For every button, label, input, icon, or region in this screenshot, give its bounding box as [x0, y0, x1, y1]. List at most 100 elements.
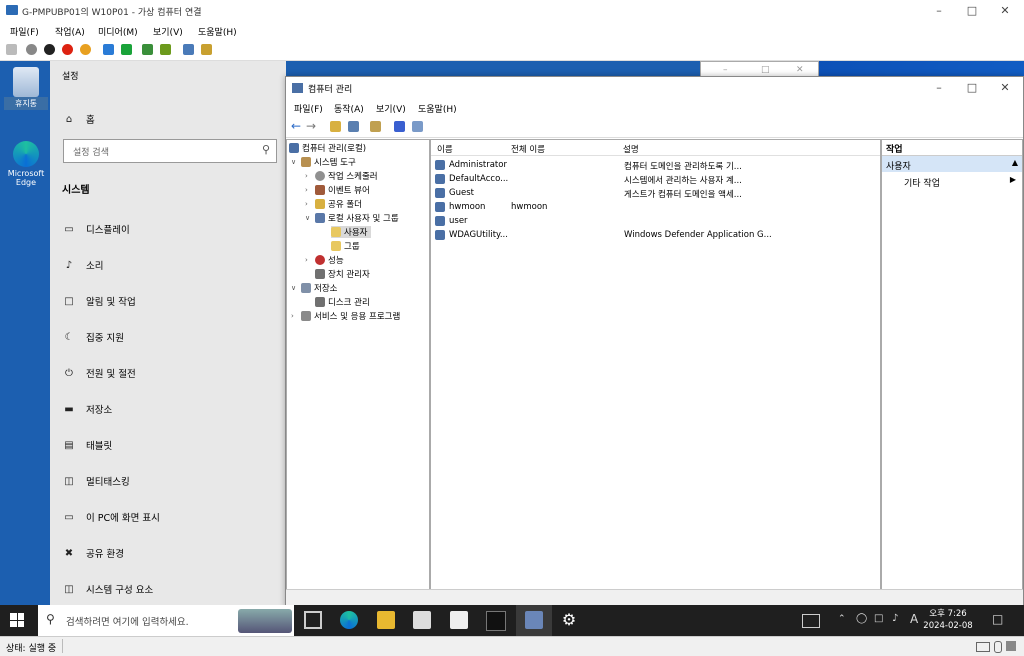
- taskbar-search-input[interactable]: ⚲ 검색하려면 여기에 입력하세요.: [38, 605, 294, 636]
- tree-node-services-apps[interactable]: › 서비스 및 응용 프로그램: [291, 310, 400, 322]
- maximize-button[interactable]: □: [955, 0, 989, 22]
- settings-window: 설정 ⌂ 홈 설정 검색 ⚲ 시스템 ▭ 디스플레이 ♪ 소리 □ 알림 및 작업 ☾…: [50, 61, 286, 605]
- revert-icon[interactable]: [160, 44, 171, 55]
- meet-now-icon[interactable]: ◯: [856, 613, 867, 624]
- settings-item-project[interactable]: ▭ 이 PC에 화면 표시: [62, 507, 160, 527]
- chevron-right-icon[interactable]: ›: [305, 200, 315, 208]
- forward-arrow-icon[interactable]: →: [306, 119, 316, 133]
- table-row[interactable]: Guest 게스트가 컴퓨터 도메인을 액세...: [435, 187, 875, 200]
- close-button[interactable]: ✕: [988, 0, 1022, 22]
- chevron-down-icon[interactable]: ∨: [291, 158, 301, 166]
- settings-item-notifications[interactable]: □ 알림 및 작업: [62, 291, 135, 311]
- table-row[interactable]: user: [435, 215, 875, 228]
- settings-item-multitasking[interactable]: ◫ 멀티태스킹: [62, 471, 129, 491]
- table-row[interactable]: WDAGUtility... Windows Defender Applicati…: [435, 229, 875, 242]
- chevron-down-icon[interactable]: ∨: [305, 214, 315, 222]
- table-row[interactable]: hwmoon hwmoon: [435, 201, 875, 214]
- menu-media[interactable]: 미디어(M): [98, 25, 138, 38]
- action-more-actions[interactable]: 기타 작업 ▶: [882, 175, 1022, 189]
- minimize-button[interactable]: –: [922, 0, 956, 22]
- settings-item-storage[interactable]: ▬ 저장소: [62, 399, 112, 419]
- chevron-right-icon[interactable]: ›: [291, 312, 301, 320]
- settings-home[interactable]: ⌂ 홈: [62, 109, 95, 129]
- terminal-icon[interactable]: [486, 611, 506, 631]
- windows-start-icon[interactable]: [10, 613, 24, 627]
- column-header-name[interactable]: 이름: [437, 143, 453, 155]
- menu-action[interactable]: 작업(A): [55, 25, 85, 38]
- chevron-down-icon[interactable]: ∨: [291, 284, 301, 292]
- show-tree-icon[interactable]: [348, 121, 359, 132]
- cm-maximize-button[interactable]: □: [955, 77, 989, 99]
- chevron-right-icon[interactable]: ›: [305, 256, 315, 264]
- mail-icon[interactable]: [450, 611, 468, 629]
- action-pane-icon[interactable]: [412, 121, 423, 132]
- tree-node-shared-folders[interactable]: › 공유 폴더: [305, 198, 362, 210]
- ctrl-alt-del-icon[interactable]: [6, 44, 17, 55]
- cm-close-button[interactable]: ✕: [988, 77, 1022, 99]
- resume-icon[interactable]: [121, 44, 132, 55]
- tree-node-system-tools[interactable]: ∨ 시스템 도구: [291, 156, 356, 168]
- collapse-up-icon[interactable]: ▲: [1012, 158, 1018, 167]
- settings-gear-icon[interactable]: ⚙: [560, 611, 578, 629]
- tree-node-storage[interactable]: ∨ 저장소: [291, 282, 337, 294]
- desktop-icon-edge[interactable]: Microsoft Edge: [4, 141, 48, 187]
- shutdown-icon[interactable]: [62, 44, 73, 55]
- turn-off-icon[interactable]: [44, 44, 55, 55]
- tree-node-task-scheduler[interactable]: › 작업 스케줄러: [305, 170, 378, 182]
- file-explorer-icon[interactable]: [377, 611, 395, 629]
- cm-menu-help[interactable]: 도움말(H): [418, 102, 457, 115]
- settings-item-display[interactable]: ▭ 디스플레이: [62, 219, 129, 239]
- settings-item-shared[interactable]: ✖ 공유 환경: [62, 543, 124, 563]
- settings-item-focus[interactable]: ☾ 집중 지원: [62, 327, 124, 347]
- column-header-description[interactable]: 설명: [623, 143, 639, 155]
- share-icon[interactable]: [201, 44, 212, 55]
- tree-node-root[interactable]: 컴퓨터 관리(로컬): [289, 142, 366, 154]
- column-header-full-name[interactable]: 전체 이름: [511, 143, 545, 155]
- tree-node-event-viewer[interactable]: › 이벤트 뷰어: [305, 184, 370, 196]
- settings-item-sound[interactable]: ♪ 소리: [62, 255, 104, 275]
- table-row[interactable]: DefaultAcco... 시스템에서 관리하는 사용자 계...: [435, 173, 875, 186]
- start-icon[interactable]: [26, 44, 37, 55]
- tree-node-performance[interactable]: › 성능: [305, 254, 344, 266]
- tree-node-local-users-groups[interactable]: ∨ 로컬 사용자 및 그룹: [305, 212, 399, 224]
- enhanced-session-icon[interactable]: [183, 44, 194, 55]
- settings-item-power[interactable]: ⏻ 전원 및 절전: [62, 363, 136, 383]
- actions-section-users[interactable]: 사용자 ▲: [882, 156, 1022, 172]
- save-icon[interactable]: [80, 44, 91, 55]
- tree-node-users[interactable]: 사용자: [331, 226, 372, 238]
- back-arrow-icon[interactable]: ←: [291, 119, 301, 133]
- pause-icon[interactable]: [103, 44, 114, 55]
- chevron-right-icon[interactable]: ›: [305, 186, 315, 194]
- task-view-icon[interactable]: [304, 611, 322, 629]
- taskbar-clock[interactable]: 오후 7:26 2024-02-08: [922, 608, 974, 632]
- ime-indicator[interactable]: A: [910, 612, 918, 626]
- tree-node-device-manager[interactable]: 장치 관리자: [315, 268, 370, 280]
- cm-menu-file[interactable]: 파일(F): [294, 102, 323, 115]
- menu-file[interactable]: 파일(F): [10, 25, 39, 38]
- store-icon[interactable]: [413, 611, 431, 629]
- settings-item-tablet[interactable]: ▤ 태블릿: [62, 435, 112, 455]
- up-folder-icon[interactable]: [330, 121, 341, 132]
- table-row[interactable]: Administrator 컴퓨터 도메인을 관리하도록 기...: [435, 159, 875, 172]
- chevron-right-icon[interactable]: ›: [305, 172, 315, 180]
- cm-menu-view[interactable]: 보기(V): [376, 102, 406, 115]
- tree-node-groups[interactable]: 그룹: [331, 240, 360, 252]
- settings-search-input[interactable]: 설정 검색 ⚲: [63, 139, 277, 163]
- cm-menu-action[interactable]: 동작(A): [334, 102, 364, 115]
- settings-item-components[interactable]: ◫ 시스템 구성 요소: [62, 579, 153, 599]
- keyboard-icon[interactable]: [802, 614, 820, 628]
- network-icon[interactable]: □: [874, 613, 883, 624]
- checkpoint-icon[interactable]: [142, 44, 153, 55]
- menu-help[interactable]: 도움말(H): [198, 25, 237, 38]
- edge-icon[interactable]: [340, 611, 358, 629]
- notification-center-icon[interactable]: □: [992, 612, 1003, 626]
- volume-icon[interactable]: ♪: [892, 613, 898, 624]
- cm-minimize-button[interactable]: –: [922, 77, 956, 99]
- tree-node-disk-management[interactable]: 디스크 관리: [315, 296, 370, 308]
- menu-view[interactable]: 보기(V): [153, 25, 183, 38]
- desktop-icon-recycle-bin[interactable]: 휴지통: [4, 67, 48, 110]
- export-icon[interactable]: [370, 121, 381, 132]
- chevron-up-icon[interactable]: ⌃: [838, 614, 846, 624]
- taskbar-active-app[interactable]: [516, 605, 552, 636]
- help-icon[interactable]: [394, 121, 405, 132]
